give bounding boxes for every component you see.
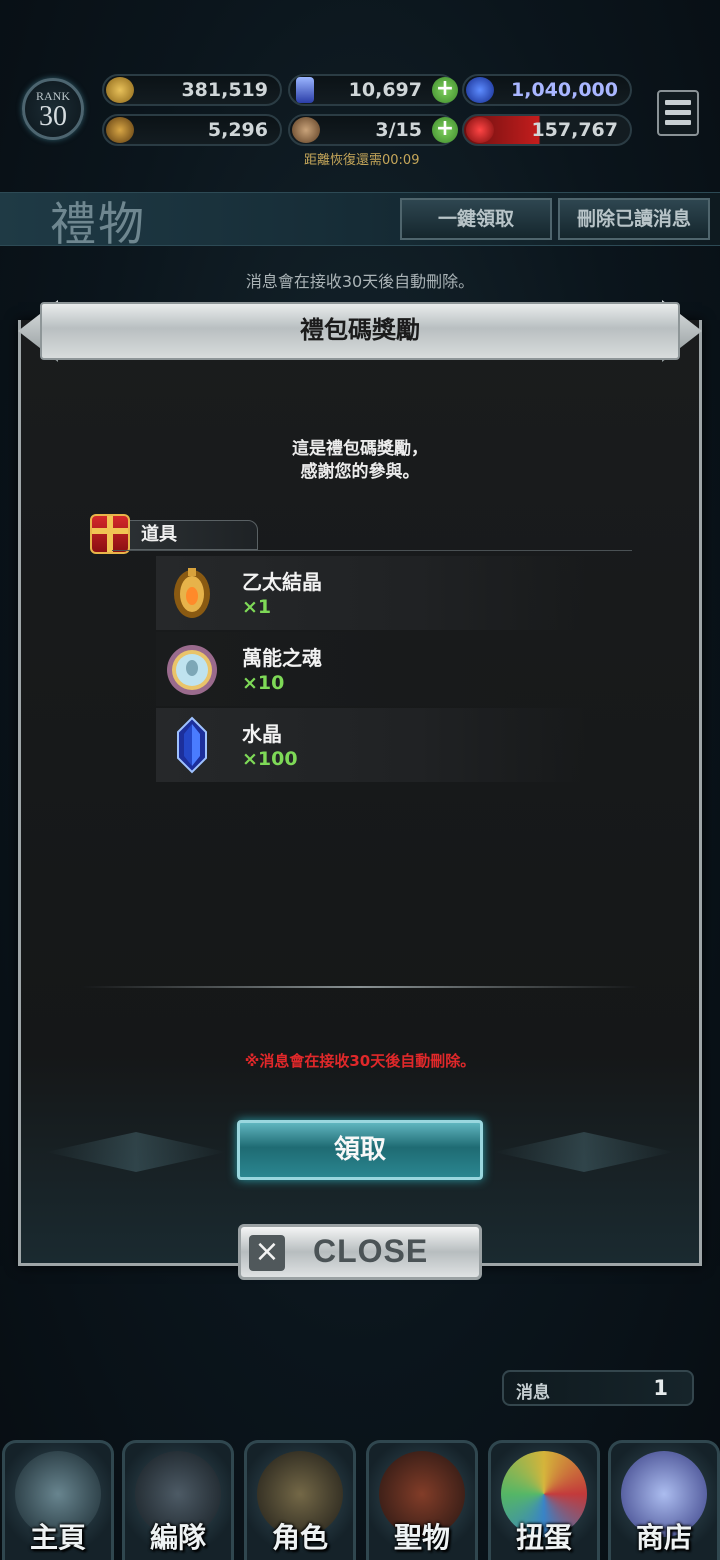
nav-party[interactable]: 編隊	[122, 1440, 234, 1560]
blue-points-counter: 1,040,000	[462, 74, 632, 106]
gold-counter: 381,519	[102, 74, 282, 106]
close-button[interactable]: × CLOSE	[238, 1224, 482, 1280]
stamina-recover-timer: 距離恢復還需00:09	[304, 153, 420, 168]
stamina-counter: 3/15 +	[288, 114, 458, 146]
crystal-icon	[177, 716, 207, 774]
nav-label: 扭蛋	[515, 1521, 572, 1554]
trophy-icon	[106, 117, 134, 143]
bottom-nav: 主頁 編隊 角色 聖物 扭蛋 商店	[0, 1440, 720, 1560]
stamina-icon	[292, 117, 320, 143]
dialog-title: 禮包碼獎勵	[40, 302, 680, 360]
item-name: 萬能之魂	[242, 646, 322, 670]
item-quantity: ×100	[242, 748, 298, 770]
page-title: 禮物	[50, 197, 146, 251]
blue-orb-icon	[466, 77, 494, 103]
blue-points-value: 1,040,000	[511, 79, 618, 101]
item-quantity: ×1	[242, 596, 272, 618]
claim-all-button[interactable]: 一鍵領取	[400, 198, 552, 240]
gold-value: 381,519	[181, 79, 268, 101]
crystal-icon	[296, 77, 314, 103]
add-stamina-button[interactable]: +	[432, 117, 458, 143]
delete-read-button[interactable]: 刪除已讀消息	[558, 198, 710, 240]
trophy-counter: 5,296	[102, 114, 282, 146]
nav-label: 主頁	[29, 1521, 86, 1554]
item-name: 水晶	[242, 722, 282, 746]
close-label: CLOSE	[313, 1233, 429, 1269]
red-points-counter: 157,767	[462, 114, 632, 146]
nav-relic[interactable]: 聖物	[366, 1440, 478, 1560]
nav-label: 商店	[635, 1521, 692, 1554]
message-count-value: 1	[653, 1376, 668, 1400]
gift-box-icon	[90, 514, 130, 554]
reward-item: 萬能之魂 ×10	[156, 632, 586, 706]
category-divider	[112, 550, 632, 551]
red-points-value: 157,767	[531, 119, 618, 141]
nav-label: 編隊	[149, 1521, 206, 1554]
category-tab: 道具	[112, 520, 258, 550]
auto-delete-notice: 消息會在接收30天後自動刪除。	[245, 272, 475, 291]
nav-label: 聖物	[393, 1521, 450, 1554]
nav-label: 角色	[271, 1521, 328, 1554]
ether-crystal-icon	[174, 568, 210, 618]
rank-badge: RANK 30	[22, 78, 84, 140]
nav-shop[interactable]: 商店	[608, 1440, 720, 1560]
claim-button[interactable]: 領取	[237, 1120, 483, 1180]
message-label: 消息	[516, 1383, 550, 1403]
reward-item: 乙太結晶 ×1	[156, 556, 586, 630]
add-crystal-button[interactable]: +	[432, 77, 458, 103]
message-count: 消息 1	[502, 1370, 694, 1406]
menu-icon	[665, 100, 691, 105]
item-quantity: ×10	[242, 672, 285, 694]
crystal-counter: 10,697 +	[288, 74, 458, 106]
reward-item: 水晶 ×100	[156, 708, 586, 782]
message-line-2: 感謝您的參與。	[300, 462, 420, 482]
warning-notice: ※消息會在接收30天後自動刪除。	[244, 1052, 476, 1070]
red-orb-icon	[466, 117, 494, 143]
nav-gacha[interactable]: 扭蛋	[488, 1440, 600, 1560]
rank-value: 30	[39, 101, 67, 132]
crystal-value: 10,697	[348, 79, 422, 101]
universal-soul-icon	[167, 645, 217, 695]
nav-character[interactable]: 角色	[244, 1440, 356, 1560]
item-name: 乙太結晶	[242, 570, 322, 594]
menu-button[interactable]	[657, 90, 699, 136]
dialog-divider	[82, 986, 638, 988]
close-icon: ×	[249, 1235, 285, 1271]
stamina-value: 3/15	[375, 119, 422, 141]
trophy-value: 5,296	[207, 119, 268, 141]
gold-coin-icon	[106, 77, 134, 103]
nav-home[interactable]: 主頁	[2, 1440, 114, 1560]
message-line-1: 這是禮包碼獎勵，	[292, 439, 428, 459]
dialog-message: 這是禮包碼獎勵， 感謝您的參與。	[0, 438, 720, 484]
